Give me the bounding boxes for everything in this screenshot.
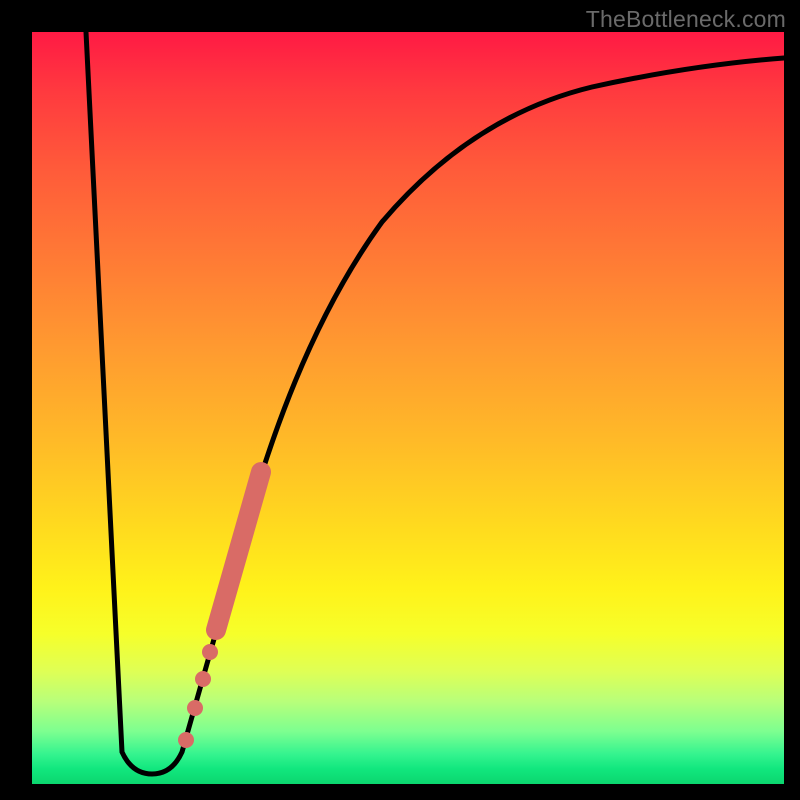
marker-dot — [187, 700, 203, 716]
marker-dot — [202, 644, 218, 660]
marker-dot — [178, 732, 194, 748]
marker-dot — [195, 671, 211, 687]
chart-frame: TheBottleneck.com — [0, 0, 800, 800]
marker-capsule — [216, 472, 261, 630]
plot-area — [32, 32, 784, 784]
bottleneck-curve — [86, 32, 784, 774]
curve-layer — [32, 32, 784, 784]
watermark-text: TheBottleneck.com — [586, 6, 786, 33]
